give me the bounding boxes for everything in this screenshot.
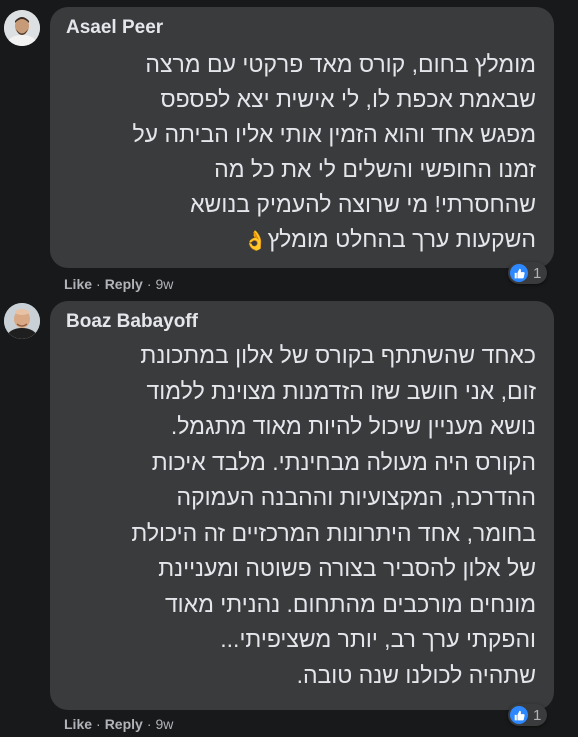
comment-line: של אלון להסביר בצורה פשוטה ומעניינת (158, 555, 536, 581)
comment-bubble: Boaz Babayoff כאחד שהשתתף בקורס של אלון … (50, 301, 554, 710)
comment-text: כאחד שהשתתף בקורס של אלון במתכונת זום, א… (66, 338, 536, 693)
reaction-summary[interactable]: 1 (508, 262, 548, 284)
reaction-count: 1 (533, 706, 542, 724)
separator: · (96, 276, 101, 292)
ok-hand-emoji: 👌 (243, 231, 268, 252)
comment-author[interactable]: Boaz Babayoff (66, 311, 198, 333)
comment-actions: Like · Reply · 9w (64, 276, 173, 292)
comment-timestamp[interactable]: 9w (155, 276, 173, 292)
like-link[interactable]: Like (64, 716, 92, 732)
comment-line: נושא מעניין שיכול להיות מאוד מתגמל. (170, 413, 536, 439)
comment-line: השקעות ערך בהחלט מומלץ (267, 226, 536, 252)
comment-line: הקורס היה מעולה מבחינתי. מלבד איכות (151, 448, 536, 475)
comment-line: שהחסרתי! מי שרוצה להעמיק בנושא (190, 191, 536, 217)
avatar-photo (4, 10, 40, 46)
like-link[interactable]: Like (64, 276, 92, 292)
comment-line: והפקתי ערך רב, יותר משציפיתי... (220, 626, 536, 652)
reply-link[interactable]: Reply (105, 716, 143, 732)
separator: · (96, 716, 101, 732)
reaction-count: 1 (533, 264, 542, 282)
reply-link[interactable]: Reply (105, 276, 143, 292)
avatar-photo (4, 303, 40, 339)
like-icon (510, 264, 528, 282)
like-icon (510, 706, 528, 724)
avatar[interactable] (4, 303, 40, 339)
comment-line-with-emoji: השקעות ערך בהחלט מומלץ👌 (66, 222, 536, 259)
reaction-summary[interactable]: 1 (508, 704, 548, 726)
comment-line: שתהיה לכולנו שנה טובה. (296, 661, 536, 688)
avatar[interactable] (4, 10, 40, 46)
separator: · (146, 716, 152, 732)
comment-line: זום, אני חושב שזו הזדמנות מצוינת ללמוד (146, 377, 536, 404)
comment-line: שבאמת אכפת לו, לי אישית יצא לפספס (160, 86, 536, 112)
comment-text: מומלץ בחום, קורס מאד פרקטי עם מרצה שבאמת… (66, 47, 537, 259)
comment-bubble: Asael Peer מומלץ בחום, קורס מאד פרקטי עם… (50, 7, 554, 268)
comment-timestamp[interactable]: 9w (155, 716, 173, 732)
comment-line: ההדרכה, המקצועיות וההבנה העמוקה (176, 484, 536, 510)
comment-author[interactable]: Asael Peer (66, 17, 163, 39)
comment-line: מומלץ בחום, קורס מאד פרקטי עם מרצה (145, 51, 536, 77)
comment-line: זמנו החופשי והשלים לי את כל מה (214, 156, 536, 182)
comment-actions: Like · Reply · 9w (64, 716, 173, 732)
comment-line: מפגש אחד והוא הזמין אותי אליו הביתה על (132, 121, 537, 147)
separator: · (146, 276, 152, 292)
comment-line: מונחים מורכבים מהתחום. נהניתי מאוד (164, 590, 536, 617)
comment-line: כאחד שהשתתף בקורס של אלון במתכונת (140, 342, 536, 368)
comment-line: בחומר, אחד היתרונות המרכזיים זה היכולת (131, 519, 536, 546)
